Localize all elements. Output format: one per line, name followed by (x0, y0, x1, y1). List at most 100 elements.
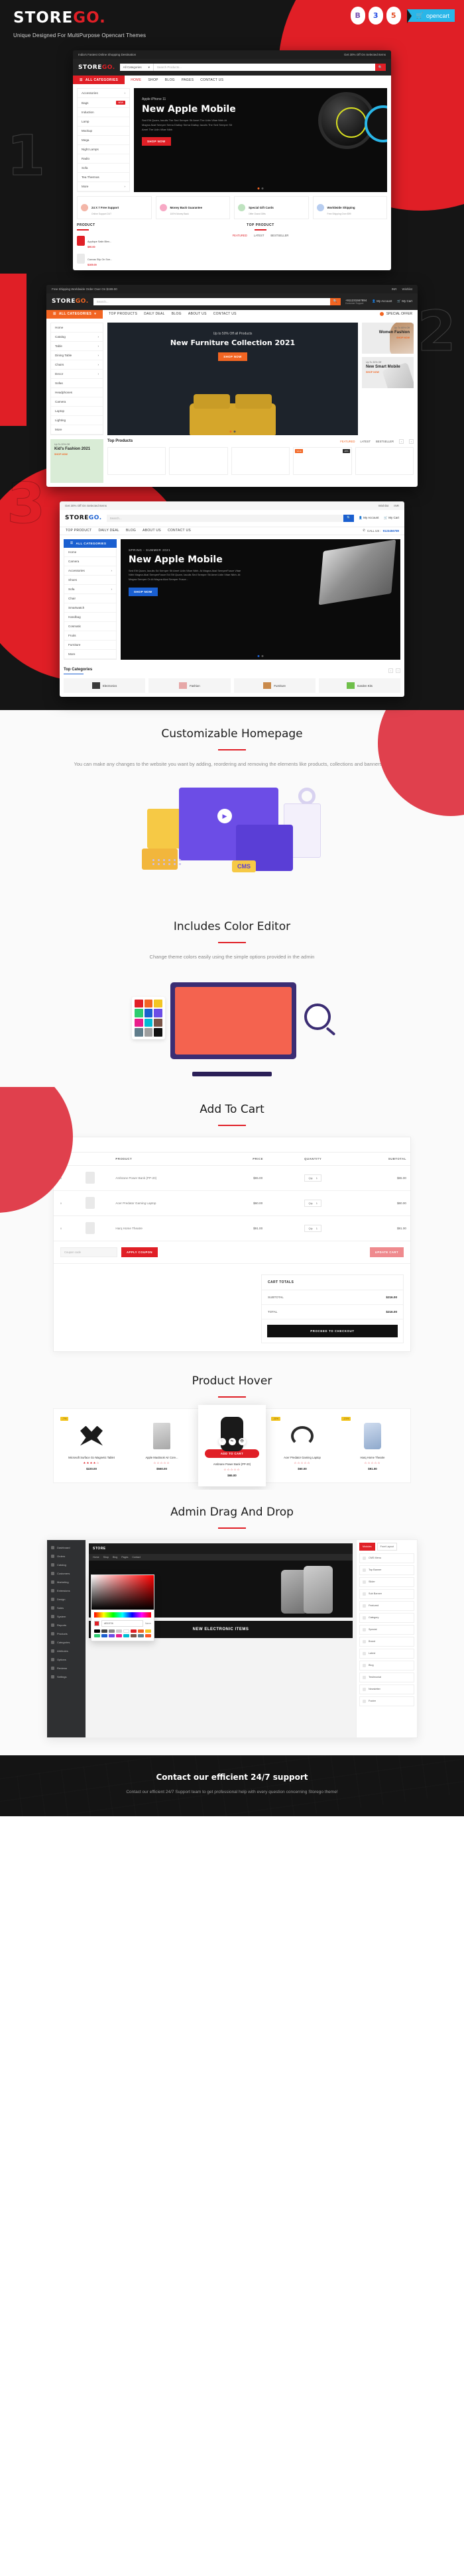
search-icon[interactable]: 🔍 (375, 64, 386, 71)
quantity-stepper[interactable]: Qty 1 (304, 1199, 321, 1207)
tab-latest[interactable]: LATEST (254, 234, 264, 237)
banner-link[interactable]: SHOP NOW (366, 336, 410, 339)
store-screenshot-3[interactable]: Get 30% Off On Selected Items Wishlist I… (60, 501, 404, 697)
kids-banner[interactable]: Up To 20% Off Kid's Fashion 2021 SHOP NO… (50, 438, 103, 483)
layout-item[interactable]: Blog (359, 1660, 414, 1671)
remove-item-button[interactable]: x (54, 1215, 68, 1241)
preview-nav-blog[interactable]: Blog (113, 1556, 117, 1559)
shot3-hero-banner[interactable]: SPRING - SUMMER 2021 New Apple Mobile Se… (121, 539, 400, 660)
preview-nav-shop[interactable]: Shop (103, 1556, 109, 1559)
tab-latest[interactable]: LATEST (360, 440, 371, 443)
product-card[interactable]: SALE -20% (293, 446, 352, 475)
list-item[interactable]: Cosmatic (64, 622, 116, 631)
banner-link[interactable]: SHOP NOW (366, 371, 410, 374)
shot2-search[interactable]: Search... 🔍 (93, 297, 341, 305)
account-link[interactable]: 👤 My Account (372, 299, 392, 303)
list-item[interactable]: Induction (78, 108, 129, 117)
color-picker-widget[interactable]: #E01F26 Name (91, 1574, 154, 1641)
drag-handle-icon[interactable] (363, 1699, 366, 1703)
shot3-carousel-dots[interactable] (257, 654, 264, 657)
list-item[interactable]: More › (78, 182, 129, 191)
tab-bestseller[interactable]: BESTSELLER (270, 234, 288, 237)
shot2-logo[interactable]: STOREGO. (52, 298, 89, 305)
list-item[interactable]: Laptop (51, 407, 103, 416)
list-item[interactable]: Accessories › (78, 89, 129, 98)
list-item[interactable]: Sofa (78, 164, 129, 173)
drag-handle-icon[interactable] (363, 1580, 366, 1584)
quantity-stepper[interactable]: Qty 1 (304, 1224, 321, 1232)
layout-item[interactable]: Newsletter (359, 1684, 414, 1694)
list-item[interactable]: Headphones (51, 388, 103, 397)
prev-arrow-icon[interactable]: ‹ (399, 438, 404, 444)
preview-nav-pages[interactable]: Pages (121, 1556, 128, 1559)
sidebar-item-catalog[interactable]: Catalog (47, 1561, 86, 1569)
tab-featured[interactable]: FEATURED (233, 234, 247, 237)
preset-swatches[interactable] (91, 1629, 154, 1641)
sidebar-item-categories[interactable]: Categories (47, 1638, 86, 1647)
shot2-shop-now-button[interactable]: SHOP NOW (218, 352, 247, 361)
layout-item[interactable]: Slider (359, 1576, 414, 1587)
store-screenshot-2[interactable]: Free Shipping Worldwide Order Over On $1… (46, 284, 418, 487)
shot2-carousel-dots[interactable] (229, 430, 236, 433)
compare-icon[interactable]: ⇆ (228, 1437, 236, 1445)
shot1-shop-now-button[interactable]: SHOP NOW (142, 137, 171, 146)
drag-handle-icon[interactable] (363, 1604, 366, 1608)
product-card[interactable] (169, 446, 228, 475)
side-banner-women[interactable]: Up To 60% Off Women Fashion SHOP NOW (362, 322, 414, 354)
drag-handle-icon[interactable] (363, 1556, 366, 1560)
shot3-logo[interactable]: STOREGO. (65, 515, 102, 521)
currency-selector[interactable]: INR (392, 287, 397, 291)
shot3-search[interactable]: Search... 🔍 (106, 514, 355, 522)
list-item[interactable]: Home (51, 323, 103, 333)
shot1-all-categories[interactable]: ☰ ALL CATEGORIES (73, 76, 125, 84)
shot2-all-categories[interactable]: ☰ ALL CATEGORIES ▾ (46, 309, 103, 319)
product-name[interactable]: Ambrane Power Bank (PP-20) (111, 1165, 235, 1191)
list-item[interactable]: Mega (78, 136, 129, 145)
shot1-logo[interactable]: STOREGO. (78, 64, 115, 71)
layout-item[interactable]: Category (359, 1612, 414, 1623)
layout-item[interactable]: Sub Banner (359, 1588, 414, 1599)
shot1-nav-shop[interactable]: SHOP (148, 78, 158, 82)
shot2-nav-contact[interactable]: CONTACT US (213, 312, 237, 316)
shot3-call-us[interactable]: ✆ CALL US : 9123456789 (363, 527, 404, 535)
sidebar-item-attributes[interactable]: Attributes (47, 1647, 86, 1655)
product-name[interactable]: Acer Predator Gaming Laptop (111, 1190, 235, 1216)
cart-link[interactable]: 🛒 My Cart (384, 516, 399, 520)
product-card[interactable] (107, 446, 166, 475)
wishlist-link[interactable]: Wishlist (402, 287, 413, 291)
shot2-nav-about[interactable]: ABOUT US (188, 312, 207, 316)
list-item[interactable]: Dining Table › (51, 351, 103, 360)
sidebar-item-reviews[interactable]: Reviews (47, 1664, 86, 1673)
list-item[interactable]: Sofas (51, 379, 103, 388)
list-item[interactable]: Camera (64, 557, 116, 566)
tab-featured[interactable]: FEATURED (340, 440, 355, 443)
list-item[interactable]: Lighting (51, 416, 103, 425)
search-icon[interactable]: 🔍 (329, 297, 341, 305)
search-icon[interactable]: 🔍 (343, 514, 355, 522)
layout-item[interactable]: Footer (359, 1696, 414, 1706)
sidebar-item-products[interactable]: Products (47, 1629, 86, 1638)
remove-item-button[interactable]: x (54, 1190, 68, 1216)
product-tile[interactable]: -21% Harq Home Theatre ☆☆☆☆☆ $91.00 (339, 1416, 406, 1476)
list-item[interactable]: Shoes (64, 576, 116, 585)
shot1-hero-banner[interactable]: Apple iPhone 11 New Apple Mobile Sed Eli… (134, 88, 387, 192)
list-item[interactable]: Home (64, 548, 116, 557)
preview-nav-contact[interactable]: Contact (132, 1556, 140, 1559)
layout-item[interactable]: Brand (359, 1636, 414, 1647)
store-screenshot-1[interactable]: India's Fastest Online Shopping Destinat… (73, 50, 391, 270)
shot3-search-input[interactable]: Search... (106, 514, 344, 522)
hover-action-icons[interactable]: ♡ ⇆ 👁 (200, 1437, 264, 1445)
quantity-stepper[interactable]: Qty 1 (304, 1174, 321, 1182)
kid-banner-link[interactable]: SHOP NOW (54, 453, 99, 456)
heart-icon[interactable]: ♡ (218, 1437, 226, 1445)
product-tile[interactable]: -7% Microsoft Surface Go Magnetic Tablet… (58, 1416, 125, 1476)
next-arrow-icon[interactable]: › (409, 438, 414, 444)
shot3-shop-now-button[interactable]: SHOP NOW (129, 587, 158, 596)
apply-coupon-button[interactable]: APPLY COUPON (121, 1247, 158, 1257)
preview-nav-home[interactable]: Home (93, 1556, 99, 1559)
update-cart-button[interactable]: UPDATE CART (369, 1247, 404, 1257)
sidebar-item-orders[interactable]: Orders (47, 1552, 86, 1561)
drag-handle-icon[interactable] (363, 1663, 366, 1667)
sidebar-item-settings[interactable]: Settings (47, 1673, 86, 1681)
category-tile[interactable]: Garden Kits (318, 678, 400, 693)
